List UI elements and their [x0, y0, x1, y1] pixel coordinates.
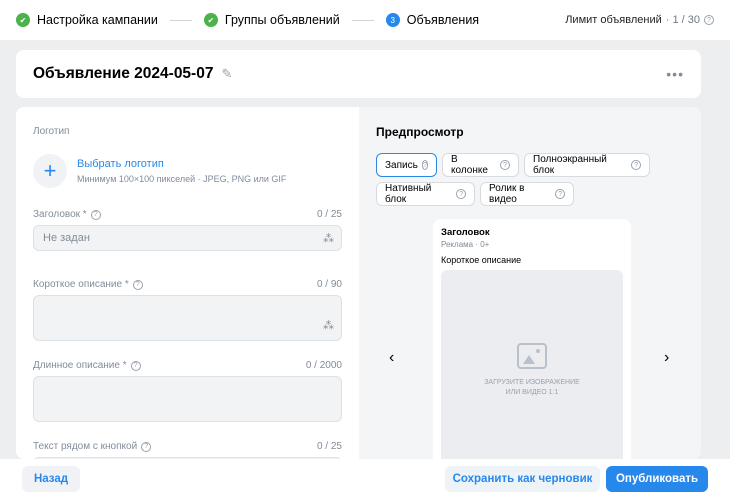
image-icon	[517, 342, 547, 369]
preview-meta: Реклама · 0+	[441, 240, 490, 249]
tab-in-video[interactable]: Ролик в видео?	[480, 182, 574, 206]
pencil-icon[interactable]: ✎	[221, 66, 232, 82]
tab-label: Нативный блок	[385, 183, 432, 205]
button-text-field: Текст рядом с кнопкой? 0 / 25	[33, 441, 342, 459]
preview-title: Предпросмотр	[376, 125, 464, 139]
preview-panel: Предпросмотр Запись? В колонке? Полноэкр…	[359, 107, 701, 459]
tab-label: Ролик в видео	[489, 183, 525, 205]
media-placeholder-text: ЗАГРУЗИТЕ ИЗОБРАЖЕНИЕ ИЛИ ВИДЕО 1:1	[484, 378, 580, 396]
short-description-input[interactable]: ⁂	[33, 295, 342, 341]
short-description-label: Короткое описание *	[33, 279, 129, 290]
check-icon: ✔	[203, 13, 218, 27]
help-icon[interactable]: ?	[421, 160, 428, 170]
preview-headline: Заголовок	[441, 227, 490, 238]
ad-limit: Лимит объявлений · 1 / 30 ?	[565, 14, 714, 26]
step-divider	[169, 19, 192, 21]
tab-label: Полноэкранный блок	[533, 154, 607, 176]
tab-label: Запись	[385, 159, 418, 171]
step-number: 3	[385, 13, 400, 27]
headline-placeholder: Не задан	[43, 232, 90, 244]
logo-hint: Минимум 100×100 пикселей · JPEG, PNG или…	[77, 174, 287, 184]
tab-label: В колонке	[451, 154, 488, 176]
step-label: Объявления	[406, 13, 480, 27]
preview-description: Короткое описание	[441, 255, 522, 265]
step-divider	[351, 19, 374, 21]
long-description-label: Длинное описание *	[33, 360, 127, 371]
tab-post[interactable]: Запись?	[376, 153, 437, 177]
step-ad-groups[interactable]: ✔ Группы объявлений	[203, 13, 340, 27]
help-icon[interactable]: ?	[704, 15, 714, 25]
headline-label: Заголовок *	[33, 209, 87, 220]
publish-button[interactable]: Опубликовать	[606, 466, 708, 492]
ad-preview-card: Заголовок Реклама · 0+ Короткое описание…	[433, 219, 631, 459]
step-label: Группы объявлений	[224, 13, 340, 27]
ad-limit-label: Лимит объявлений	[565, 14, 662, 26]
tab-fullscreen[interactable]: Полноэкранный блок?	[524, 153, 650, 177]
stepper-bar: ✔ Настройка кампании ✔ Группы объявлений…	[0, 0, 730, 40]
tab-native[interactable]: Нативный блок?	[376, 182, 475, 206]
help-icon[interactable]: ?	[141, 441, 152, 452]
help-icon[interactable]: ?	[456, 189, 466, 199]
short-description-field: Короткое описание *? 0 / 90 ⁂	[33, 279, 342, 341]
long-description-counter: 0 / 2000	[305, 360, 342, 371]
help-icon[interactable]: ?	[90, 209, 101, 220]
magic-wand-icon[interactable]: ⁂	[323, 319, 334, 332]
magic-wand-icon[interactable]: ⁂	[323, 232, 334, 245]
chevron-right-icon[interactable]: ›	[664, 349, 669, 367]
help-icon[interactable]: ?	[555, 189, 565, 199]
step-ads[interactable]: 3 Объявления	[385, 13, 480, 27]
help-icon[interactable]: ?	[500, 160, 510, 170]
step-label: Настройка кампании	[37, 13, 158, 27]
back-button[interactable]: Назад	[22, 466, 80, 492]
ad-limit-value: · 1 / 30	[665, 14, 700, 26]
logo-label: Логотип	[33, 126, 70, 137]
ad-title-card: Объявление 2024-05-07 ✎ •••	[16, 50, 701, 98]
help-icon[interactable]: ?	[132, 279, 143, 290]
logo-picker[interactable]: + Выбрать логотип Минимум 100×100 пиксел…	[33, 154, 342, 188]
ad-title: Объявление 2024-05-07	[33, 65, 214, 82]
headline-counter: 0 / 25	[316, 209, 342, 220]
long-description-field: Длинное описание *? 0 / 2000	[33, 360, 342, 422]
step-campaign-settings[interactable]: ✔ Настройка кампании	[16, 13, 158, 27]
ad-form-card: Логотип + Выбрать логотип Минимум 100×10…	[16, 107, 701, 459]
help-icon[interactable]: ?	[130, 360, 141, 371]
more-icon[interactable]: •••	[666, 66, 684, 82]
chevron-left-icon[interactable]: ‹	[389, 349, 394, 367]
button-text-label: Текст рядом с кнопкой	[33, 441, 138, 452]
help-icon[interactable]: ?	[631, 160, 641, 170]
preview-media-placeholder: ЗАГРУЗИТЕ ИЗОБРАЖЕНИЕ ИЛИ ВИДЕО 1:1	[441, 270, 623, 459]
save-draft-button[interactable]: Сохранить как черновик	[445, 466, 600, 492]
footer-bar: Назад Сохранить как черновик Опубликоват…	[0, 459, 730, 499]
tab-column[interactable]: В колонке?	[442, 153, 519, 177]
choose-logo-link[interactable]: Выбрать логотип	[77, 158, 286, 170]
button-text-counter: 0 / 25	[316, 441, 342, 452]
long-description-input[interactable]	[33, 376, 342, 422]
ad-form: Логотип + Выбрать логотип Минимум 100×10…	[16, 107, 359, 459]
check-icon: ✔	[16, 13, 30, 27]
plus-icon[interactable]: +	[33, 154, 67, 188]
headline-field: Заголовок *? 0 / 25 Не задан ⁂	[33, 209, 342, 251]
headline-input[interactable]: Не задан ⁂	[33, 225, 342, 251]
short-description-counter: 0 / 90	[316, 279, 342, 290]
